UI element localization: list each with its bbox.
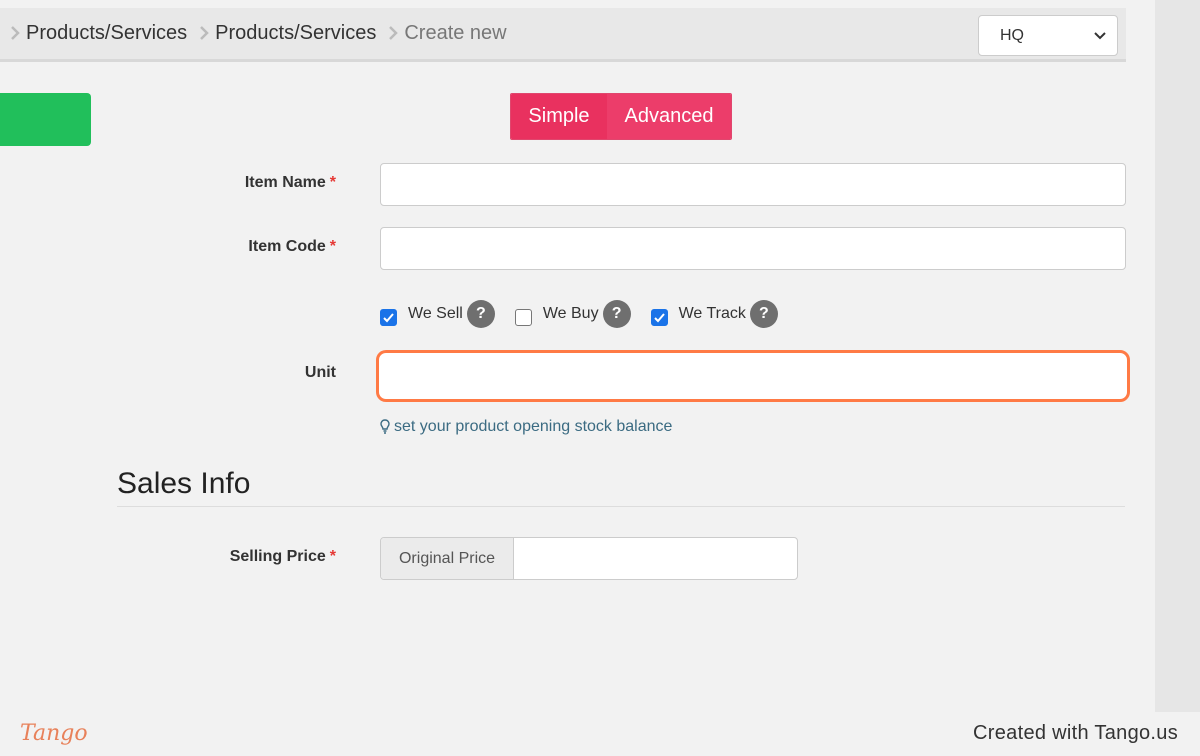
we-sell-checkbox[interactable] bbox=[380, 308, 397, 326]
unit-label: Unit bbox=[136, 364, 336, 382]
top-bar: Products/Services Products/Services Crea… bbox=[0, 8, 1126, 62]
sales-info-title: Sales Info bbox=[117, 467, 251, 500]
item-code-label: Item Code * bbox=[136, 238, 336, 256]
we-buy-checkbox[interactable] bbox=[514, 308, 532, 326]
advanced-mode-button[interactable]: Advanced bbox=[607, 94, 731, 139]
branch-select[interactable]: HQ bbox=[978, 15, 1118, 56]
item-name-label: Item Name * bbox=[136, 174, 336, 192]
breadcrumb: Products/Services Products/Services Crea… bbox=[4, 20, 513, 46]
right-scroll-gutter bbox=[1155, 0, 1200, 712]
mode-toggle: Simple Advanced bbox=[510, 93, 732, 140]
breadcrumb-item-products-services-2[interactable]: Products/Services bbox=[215, 22, 382, 45]
we-sell-help-icon[interactable]: ? bbox=[466, 300, 495, 328]
tango-logo-text: Tango bbox=[20, 721, 88, 746]
selling-price-label: Selling Price * bbox=[136, 548, 336, 566]
selling-price-label-text: Selling Price bbox=[229, 548, 326, 565]
green-action-button[interactable] bbox=[0, 93, 91, 146]
simple-mode-button[interactable]: Simple bbox=[511, 94, 607, 139]
selling-price-input[interactable] bbox=[514, 538, 797, 579]
we-buy-option[interactable]: We Buy ? bbox=[514, 300, 631, 328]
we-track-option[interactable]: We Track ? bbox=[650, 300, 778, 328]
item-code-input[interactable] bbox=[380, 227, 1126, 270]
required-marker: * bbox=[329, 174, 336, 191]
footer-credit: Created with Tango.us bbox=[973, 722, 1178, 744]
we-sell-label: We Sell bbox=[408, 305, 463, 322]
check-icon bbox=[653, 312, 665, 322]
opening-stock-link-text[interactable]: set your product opening stock balance bbox=[394, 418, 672, 436]
unit-label-text: Unit bbox=[304, 364, 336, 381]
branch-select-value: HQ bbox=[1000, 26, 1024, 44]
chevron-down-icon bbox=[1094, 32, 1106, 40]
item-name-input[interactable] bbox=[380, 163, 1126, 206]
selling-price-input-group: Original Price bbox=[380, 537, 798, 580]
we-buy-label: We Buy bbox=[542, 305, 599, 322]
section-divider bbox=[117, 506, 1125, 507]
item-code-label-text: Item Code bbox=[248, 238, 326, 255]
we-buy-help-icon[interactable]: ? bbox=[602, 300, 631, 328]
chevron-right-icon bbox=[193, 20, 215, 46]
item-type-checkboxes: We Sell ? We Buy ? We Track ? bbox=[380, 300, 798, 328]
tango-footer: Tango Created with Tango.us bbox=[0, 712, 1200, 756]
we-track-label: We Track bbox=[678, 305, 746, 322]
chevron-right-icon bbox=[382, 20, 404, 46]
required-marker: * bbox=[329, 238, 336, 255]
check-icon bbox=[383, 312, 394, 322]
we-track-checkbox[interactable] bbox=[650, 308, 668, 326]
original-price-addon: Original Price bbox=[381, 538, 514, 579]
unit-input[interactable] bbox=[376, 350, 1130, 402]
breadcrumb-item-create-new: Create new bbox=[404, 21, 507, 44]
required-marker: * bbox=[329, 548, 336, 565]
we-sell-option[interactable]: We Sell ? bbox=[380, 300, 495, 328]
opening-stock-link[interactable]: set your product opening stock balance bbox=[380, 418, 672, 436]
we-track-help-icon[interactable]: ? bbox=[749, 300, 778, 328]
item-name-label-text: Item Name bbox=[244, 174, 326, 191]
chevron-right-icon bbox=[4, 20, 26, 46]
lightbulb-icon bbox=[380, 419, 390, 434]
tango-logo: Tango bbox=[20, 721, 88, 746]
breadcrumb-item-products-services[interactable]: Products/Services bbox=[26, 22, 193, 45]
